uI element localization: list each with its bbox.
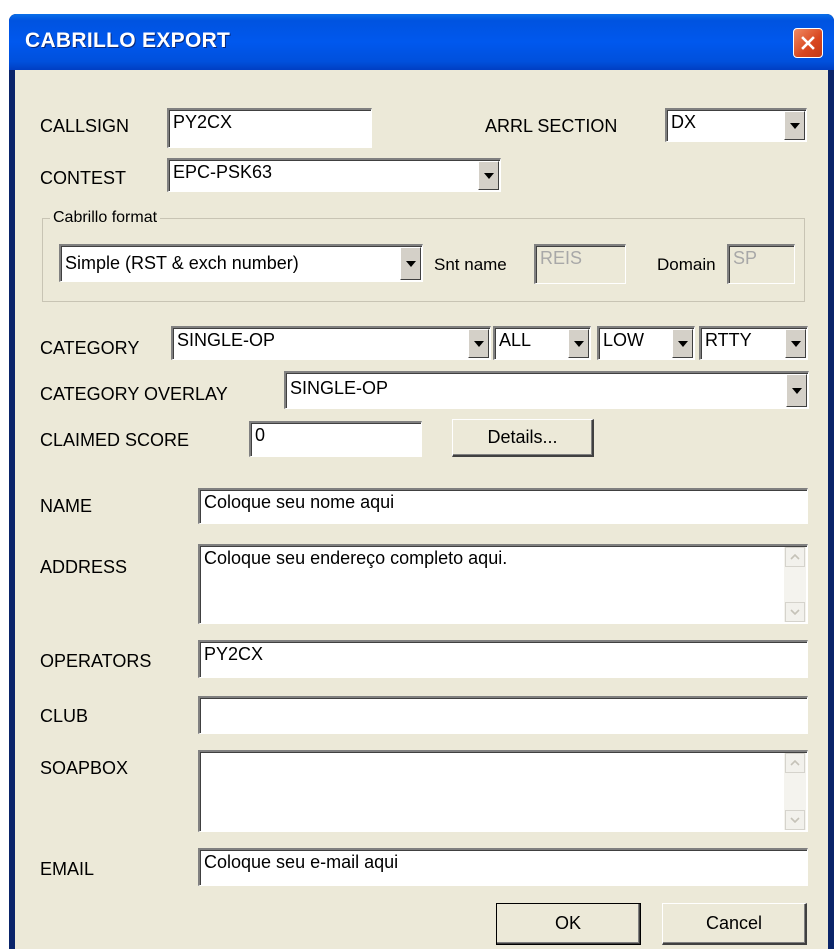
close-button[interactable] — [793, 28, 823, 58]
category-operator-select[interactable]: SINGLE-OP — [171, 326, 491, 360]
contest-value: EPC-PSK63 — [173, 162, 273, 182]
arrl-section-label: ARRL SECTION — [485, 116, 618, 136]
chevron-down-icon — [483, 172, 494, 179]
address-label: ADDRESS — [40, 557, 128, 577]
club-input[interactable] — [198, 696, 808, 734]
snt-name-label: Snt name — [434, 255, 507, 274]
soapbox-textarea[interactable] — [198, 750, 808, 832]
category-overlay-label: CATEGORY OVERLAY — [40, 384, 228, 404]
claimed-score-value: 0 — [255, 425, 266, 445]
contest-select[interactable]: EPC-PSK63 — [167, 158, 501, 192]
arrl-section-dropdown-button[interactable] — [784, 111, 805, 140]
cancel-button[interactable]: Cancel — [662, 903, 807, 945]
soapbox-label: SOAPBOX — [40, 758, 129, 778]
details-button[interactable]: Details... — [452, 419, 594, 457]
arrl-section-select[interactable]: DX — [665, 108, 807, 142]
chevron-up-icon — [790, 760, 800, 766]
chevron-down-icon — [677, 340, 688, 347]
category-operator-dropdown-button[interactable] — [468, 329, 489, 358]
operators-label: OPERATORS — [40, 651, 152, 671]
scroll-down-button[interactable] — [785, 602, 805, 622]
chevron-up-icon — [790, 554, 800, 560]
category-overlay-value: SINGLE-OP — [290, 378, 389, 398]
scroll-up-button[interactable] — [785, 547, 805, 567]
chevron-down-icon — [791, 387, 802, 394]
email-label: EMAIL — [40, 859, 95, 879]
cabrillo-format-group-label: Cabrillo format — [50, 208, 161, 228]
domain-label: Domain — [657, 255, 716, 274]
chevron-down-icon — [789, 122, 800, 129]
callsign-label: CALLSIGN — [40, 116, 130, 136]
email-input[interactable]: Coloque seu e-mail aqui — [198, 848, 808, 886]
contest-dropdown-button[interactable] — [478, 161, 499, 190]
arrl-section-value: DX — [671, 112, 697, 132]
chevron-down-icon — [573, 340, 584, 347]
scroll-up-button[interactable] — [785, 753, 805, 773]
category-band-select[interactable]: ALL — [493, 326, 591, 360]
callsign-input[interactable]: PY2CX — [167, 108, 372, 148]
category-mode-select[interactable]: RTTY — [699, 326, 808, 360]
snt-name-input[interactable]: REIS — [534, 244, 626, 284]
chevron-down-icon — [790, 609, 800, 615]
background-strip — [0, 0, 9, 949]
scroll-down-button[interactable] — [785, 810, 805, 830]
domain-value: SP — [733, 248, 758, 268]
address-textarea[interactable]: Coloque seu endereço completo aqui. — [198, 544, 808, 624]
category-power-select[interactable]: LOW — [597, 326, 695, 360]
category-overlay-dropdown-button[interactable] — [786, 374, 807, 407]
chevron-down-icon — [790, 817, 800, 823]
cabrillo-format-value: Simple (RST & exch number) — [65, 253, 299, 273]
close-icon — [801, 36, 815, 50]
address-scrollbar[interactable] — [784, 547, 806, 622]
chevron-down-icon — [473, 340, 484, 347]
soapbox-scrollbar[interactable] — [784, 753, 806, 830]
ok-button-label: OK — [554, 913, 581, 933]
details-button-label: Details... — [487, 427, 558, 447]
club-label: CLUB — [40, 706, 89, 726]
chevron-down-icon — [790, 340, 801, 347]
email-value: Coloque seu e-mail aqui — [204, 852, 399, 872]
operators-input[interactable]: PY2CX — [198, 640, 808, 678]
category-band-value: ALL — [499, 330, 532, 350]
ok-button[interactable]: OK — [496, 903, 641, 945]
category-power-value: LOW — [603, 330, 645, 350]
claimed-score-label: CLAIMED SCORE — [40, 430, 190, 450]
category-mode-value: RTTY — [705, 330, 752, 350]
cabrillo-format-dropdown-button[interactable] — [400, 247, 421, 280]
contest-label: CONTEST — [40, 168, 127, 188]
cancel-button-label: Cancel — [705, 913, 763, 933]
operators-value: PY2CX — [204, 644, 264, 664]
window-title: CABRILLO EXPORT — [25, 29, 231, 52]
cabrillo-format-select[interactable]: Simple (RST & exch number) — [59, 244, 423, 282]
claimed-score-input[interactable]: 0 — [249, 421, 422, 457]
category-band-dropdown-button[interactable] — [568, 329, 589, 358]
category-label: CATEGORY — [40, 338, 140, 358]
snt-name-value: REIS — [540, 248, 583, 268]
name-input[interactable]: Coloque seu nome aqui — [198, 488, 808, 524]
title-bar[interactable]: CABRILLO EXPORT — [9, 14, 834, 70]
category-operator-value: SINGLE-OP — [177, 330, 276, 350]
cabrillo-export-dialog: CABRILLO EXPORT CALLSIGN PY2CX ARRL SECT… — [9, 14, 834, 949]
name-label: NAME — [40, 496, 93, 516]
category-mode-dropdown-button[interactable] — [785, 329, 806, 358]
dialog-body: CALLSIGN PY2CX ARRL SECTION DX CONTEST E… — [15, 70, 828, 949]
chevron-down-icon — [405, 260, 416, 267]
category-overlay-select[interactable]: SINGLE-OP — [284, 371, 809, 409]
category-power-dropdown-button[interactable] — [672, 329, 693, 358]
domain-input[interactable]: SP — [727, 244, 795, 284]
address-value: Coloque seu endereço completo aqui. — [204, 548, 508, 568]
callsign-value: PY2CX — [173, 112, 233, 132]
name-value: Coloque seu nome aqui — [204, 492, 395, 512]
